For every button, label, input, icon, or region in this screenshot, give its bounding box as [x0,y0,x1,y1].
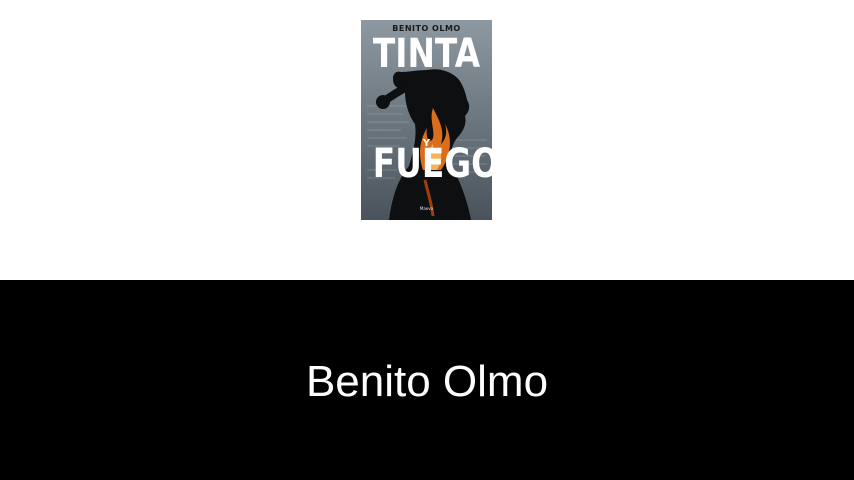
cover-area: BENITO OLMO TINTA Y FUEGO Maeva [0,0,854,280]
book-cover-image[interactable]: BENITO OLMO TINTA Y FUEGO Maeva [361,20,492,220]
page: BENITO OLMO TINTA Y FUEGO Maeva Benito O… [0,0,854,480]
author-name-caption: Benito Olmo [305,357,549,406]
cover-title-line-2: FUEGO [372,141,492,187]
cover-title-line-1: TINTA [372,31,481,77]
cover-publisher-logo: Maeva [419,206,434,211]
